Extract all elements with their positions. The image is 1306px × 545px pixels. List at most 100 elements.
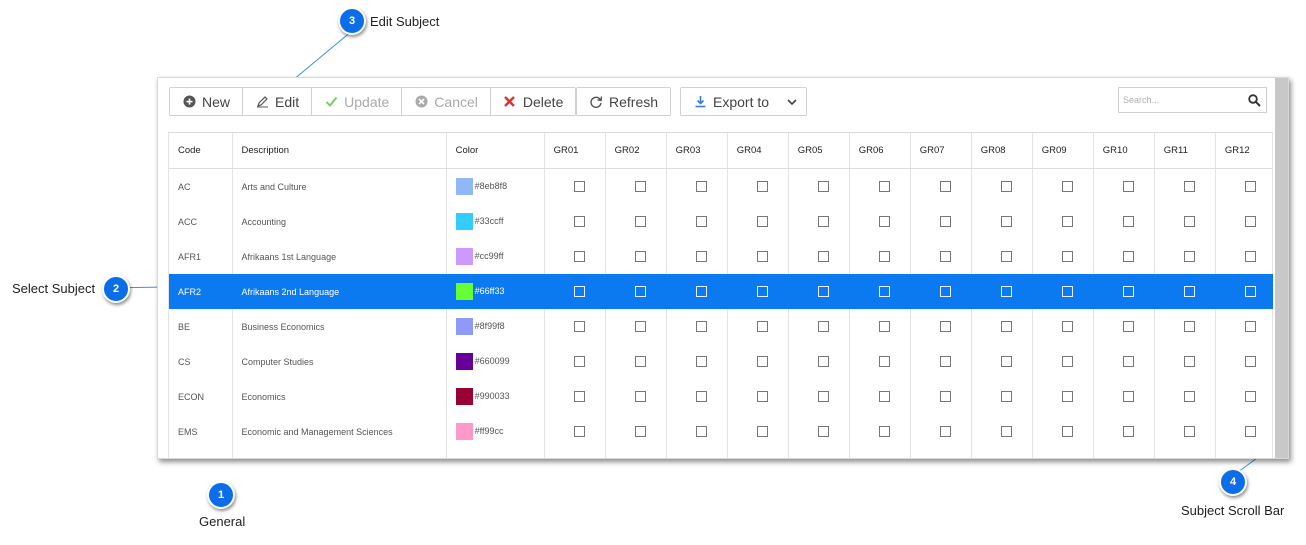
- delete-button[interactable]: Delete: [491, 88, 575, 115]
- grade-checkbox[interactable]: [695, 286, 707, 297]
- col-header-gr09[interactable]: GR09: [1032, 133, 1094, 169]
- grade-checkbox[interactable]: [817, 181, 829, 192]
- grade-checkbox[interactable]: [1061, 426, 1073, 437]
- grade-checkbox[interactable]: [1244, 216, 1256, 227]
- col-header-color[interactable]: Color: [446, 133, 545, 169]
- grade-checkbox[interactable]: [1183, 181, 1195, 192]
- col-header-gr11[interactable]: GR11: [1154, 133, 1216, 169]
- grade-checkbox[interactable]: [1061, 216, 1073, 227]
- grade-checkbox[interactable]: [939, 321, 951, 332]
- grade-checkbox[interactable]: [573, 181, 585, 192]
- grade-checkbox[interactable]: [756, 251, 768, 262]
- export-dropdown[interactable]: Export to: [680, 87, 807, 116]
- table-row[interactable]: ECON Economics #990033: [169, 379, 1274, 414]
- grade-checkbox[interactable]: [878, 251, 890, 262]
- grade-checkbox[interactable]: [634, 181, 646, 192]
- grade-checkbox[interactable]: [1122, 391, 1134, 402]
- grade-checkbox[interactable]: [1122, 216, 1134, 227]
- grade-checkbox[interactable]: [1244, 426, 1256, 437]
- grade-checkbox[interactable]: [634, 286, 646, 297]
- grade-checkbox[interactable]: [634, 251, 646, 262]
- grade-checkbox[interactable]: [817, 321, 829, 332]
- grade-checkbox[interactable]: [939, 286, 951, 297]
- grade-checkbox[interactable]: [1000, 356, 1012, 367]
- grade-checkbox[interactable]: [1122, 181, 1134, 192]
- grade-checkbox[interactable]: [1244, 391, 1256, 402]
- grade-checkbox[interactable]: [817, 356, 829, 367]
- grade-checkbox[interactable]: [695, 356, 707, 367]
- col-header-gr07[interactable]: GR07: [910, 133, 972, 169]
- grade-checkbox[interactable]: [878, 181, 890, 192]
- grade-checkbox[interactable]: [756, 216, 768, 227]
- grade-checkbox[interactable]: [695, 181, 707, 192]
- grade-checkbox[interactable]: [1000, 391, 1012, 402]
- col-header-code[interactable]: Code: [169, 133, 233, 169]
- grade-checkbox[interactable]: [695, 321, 707, 332]
- grade-checkbox[interactable]: [573, 321, 585, 332]
- grade-checkbox[interactable]: [756, 391, 768, 402]
- grade-checkbox[interactable]: [1183, 391, 1195, 402]
- search-icon[interactable]: [1248, 94, 1261, 112]
- grade-checkbox[interactable]: [1244, 286, 1256, 297]
- grade-checkbox[interactable]: [1244, 251, 1256, 262]
- grade-checkbox[interactable]: [1122, 251, 1134, 262]
- grade-checkbox[interactable]: [817, 216, 829, 227]
- grade-checkbox[interactable]: [817, 426, 829, 437]
- grade-checkbox[interactable]: [939, 426, 951, 437]
- grade-checkbox[interactable]: [1061, 251, 1073, 262]
- table-row[interactable]: CS Computer Studies #660099: [169, 344, 1274, 379]
- grade-checkbox[interactable]: [878, 356, 890, 367]
- grade-checkbox[interactable]: [1061, 181, 1073, 192]
- grade-checkbox[interactable]: [573, 251, 585, 262]
- grade-checkbox[interactable]: [573, 426, 585, 437]
- grade-checkbox[interactable]: [817, 286, 829, 297]
- grade-checkbox[interactable]: [1122, 321, 1134, 332]
- grade-checkbox[interactable]: [878, 216, 890, 227]
- grade-checkbox[interactable]: [1000, 321, 1012, 332]
- grade-checkbox[interactable]: [1183, 426, 1195, 437]
- grade-checkbox[interactable]: [939, 391, 951, 402]
- grade-checkbox[interactable]: [1244, 321, 1256, 332]
- grade-checkbox[interactable]: [756, 286, 768, 297]
- grade-checkbox[interactable]: [1000, 426, 1012, 437]
- grade-checkbox[interactable]: [1122, 356, 1134, 367]
- col-header-gr10[interactable]: GR10: [1093, 133, 1155, 169]
- grade-checkbox[interactable]: [573, 356, 585, 367]
- col-header-gr08[interactable]: GR08: [971, 133, 1033, 169]
- grade-checkbox[interactable]: [939, 181, 951, 192]
- grade-checkbox[interactable]: [817, 391, 829, 402]
- edit-button[interactable]: Edit: [243, 88, 313, 115]
- grade-checkbox[interactable]: [1183, 286, 1195, 297]
- table-row[interactable]: AFR1 Afrikaans 1st Language #cc99ff: [169, 239, 1274, 274]
- col-header-gr01[interactable]: GR01: [544, 133, 606, 169]
- grade-checkbox[interactable]: [878, 321, 890, 332]
- grade-checkbox[interactable]: [634, 356, 646, 367]
- grade-checkbox[interactable]: [817, 251, 829, 262]
- table-row[interactable]: ACC Accounting #33ccff: [169, 204, 1274, 239]
- col-header-gr05[interactable]: GR05: [788, 133, 850, 169]
- refresh-button[interactable]: Refresh: [577, 88, 670, 115]
- table-row[interactable]: BE Business Economics #8f99f8: [169, 309, 1274, 344]
- table-row[interactable]: EMS Economic and Management Sciences #ff99…: [169, 414, 1274, 449]
- grade-checkbox[interactable]: [756, 181, 768, 192]
- grade-checkbox[interactable]: [939, 356, 951, 367]
- col-header-gr06[interactable]: GR06: [849, 133, 911, 169]
- grade-checkbox[interactable]: [634, 391, 646, 402]
- col-header-gr02[interactable]: GR02: [605, 133, 667, 169]
- grade-checkbox[interactable]: [573, 216, 585, 227]
- col-header-gr12[interactable]: GR12: [1215, 133, 1274, 169]
- grade-checkbox[interactable]: [1122, 286, 1134, 297]
- grade-checkbox[interactable]: [939, 251, 951, 262]
- grade-checkbox[interactable]: [1061, 356, 1073, 367]
- grade-checkbox[interactable]: [695, 426, 707, 437]
- col-header-gr04[interactable]: GR04: [727, 133, 789, 169]
- grade-checkbox[interactable]: [1061, 286, 1073, 297]
- grade-checkbox[interactable]: [1244, 356, 1256, 367]
- table-row[interactable]: AC Arts and Culture #8eb8f8: [169, 168, 1274, 204]
- cancel-button[interactable]: Cancel: [402, 88, 491, 115]
- grade-checkbox[interactable]: [1183, 321, 1195, 332]
- grade-checkbox[interactable]: [634, 321, 646, 332]
- grade-checkbox[interactable]: [1000, 286, 1012, 297]
- col-header-description[interactable]: Description: [232, 133, 447, 169]
- grade-checkbox[interactable]: [1000, 181, 1012, 192]
